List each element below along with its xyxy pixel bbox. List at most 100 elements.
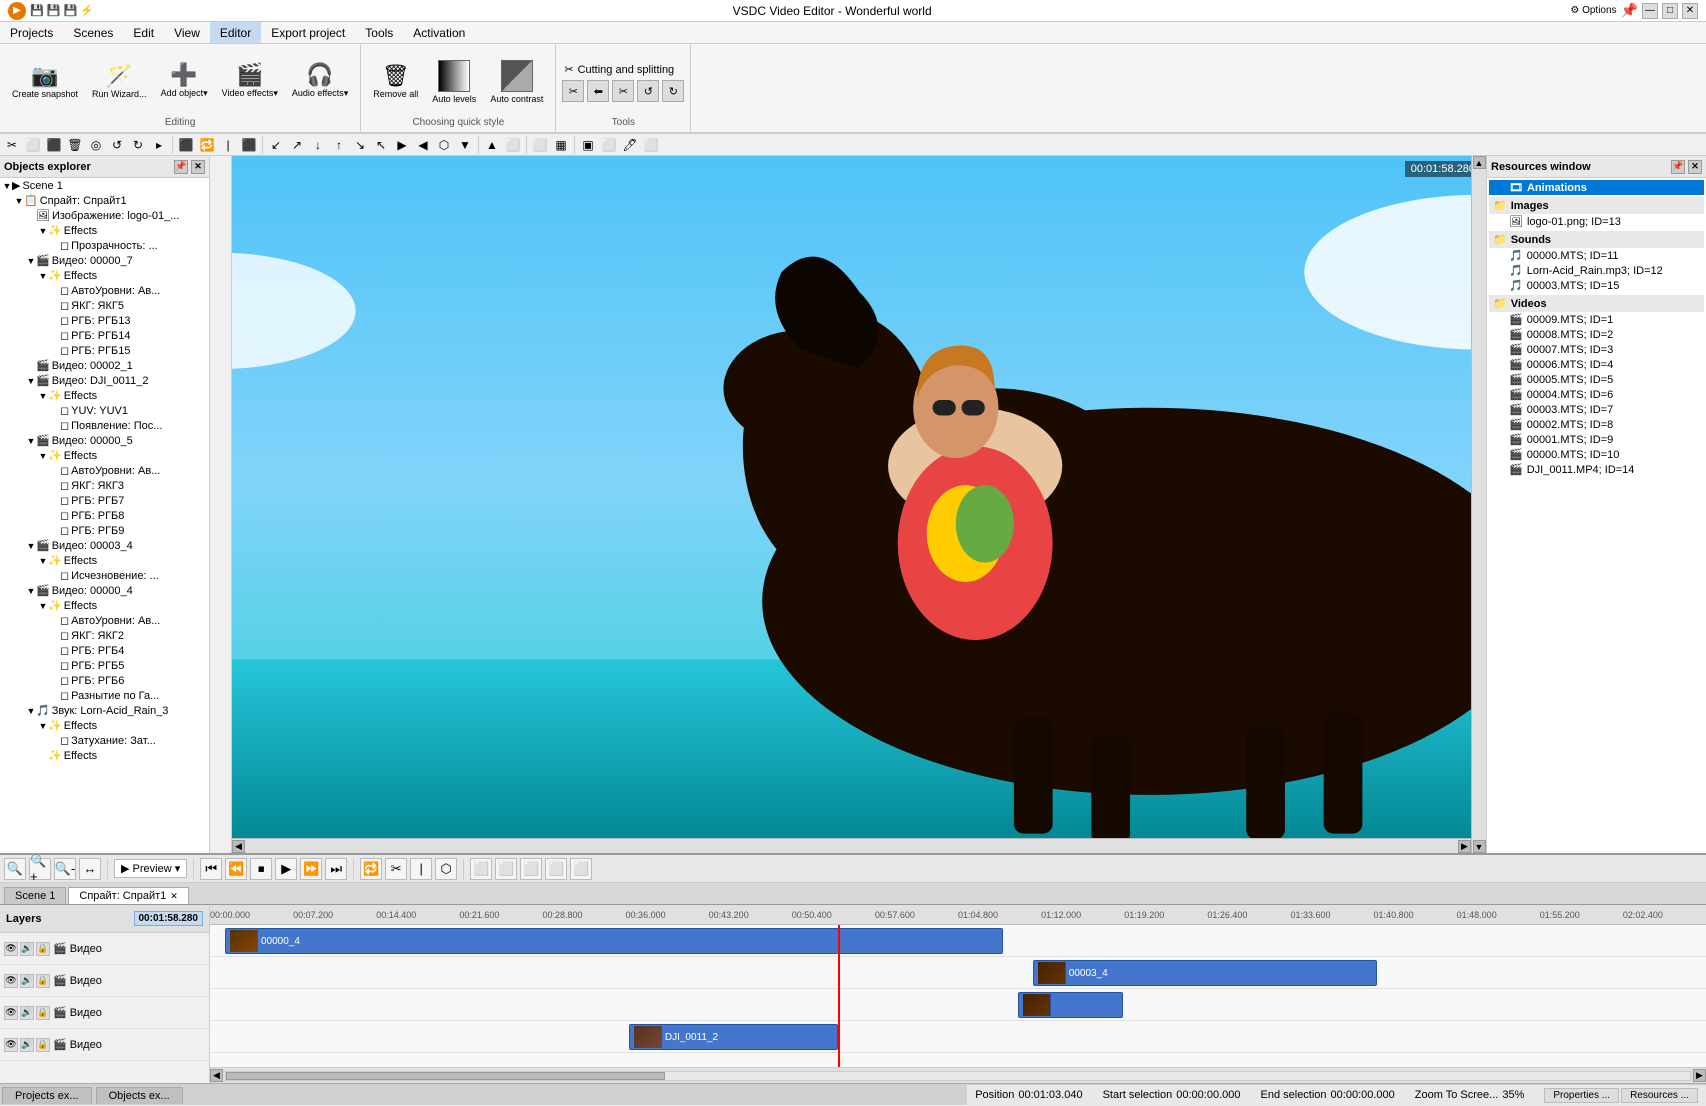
options-button[interactable]: ⚙ Options bbox=[1570, 5, 1616, 16]
tree-item-32[interactable]: ◻РГБ: РГБ5 bbox=[0, 658, 209, 673]
resources-panel-close-btn[interactable]: ✕ bbox=[1688, 160, 1702, 174]
menu-item-editor[interactable]: Editor bbox=[210, 22, 261, 43]
step-back-btn[interactable]: ⏪ bbox=[225, 858, 247, 880]
zoom-out-btn[interactable]: 🔍- bbox=[54, 858, 76, 880]
tl-eye-btn-1[interactable]: 👁 bbox=[4, 942, 18, 956]
objects-panel-pin-btn[interactable]: 📌 bbox=[174, 160, 188, 174]
clip-00003-4[interactable]: 00003_4 bbox=[1033, 960, 1377, 986]
clip-00000-4[interactable]: 00000_4 bbox=[225, 928, 1003, 954]
preview-btn[interactable]: ▶ Preview ▾ bbox=[114, 859, 187, 878]
tree-item-5[interactable]: ▼🎬Видео: 00000_7 bbox=[0, 253, 209, 268]
icon-toolbar-btn-11[interactable]: ⬛ bbox=[239, 135, 259, 155]
auto-levels-button[interactable]: Auto levels bbox=[426, 52, 482, 112]
res-group-header-2[interactable]: 📁Sounds bbox=[1489, 231, 1704, 248]
tl-lock-btn-1[interactable]: 🔒 bbox=[36, 942, 50, 956]
res-item-1-0[interactable]: 🖼logo-01.png; ID=13 bbox=[1489, 214, 1704, 229]
tree-item-31[interactable]: ◻РГБ: РГБ4 bbox=[0, 643, 209, 658]
tool-btn-5[interactable]: ↻ bbox=[662, 80, 684, 102]
tool-btn-1[interactable]: ✂ bbox=[562, 80, 584, 102]
clip-btn[interactable]: ✂ bbox=[385, 858, 407, 880]
icon-toolbar-btn-1[interactable]: ⬜ bbox=[23, 135, 43, 155]
icon-toolbar-btn-18[interactable]: ▶ bbox=[392, 135, 412, 155]
pin-icon[interactable]: 📌 bbox=[1621, 2, 1638, 19]
icon-toolbar-btn-21[interactable]: ▼ bbox=[455, 135, 475, 155]
res-item-3-1[interactable]: 🎬00008.MTS; ID=2 bbox=[1489, 327, 1704, 342]
tree-item-38[interactable]: ✨Effects bbox=[0, 748, 209, 763]
tl-audio-btn-2[interactable]: 🔊 bbox=[20, 974, 34, 988]
tree-item-9[interactable]: ◻РГБ: РГБ13 bbox=[0, 313, 209, 328]
res-item-2-0[interactable]: 🎵00000.MTS; ID=11 bbox=[1489, 248, 1704, 263]
tl-extra-3[interactable]: ⬜ bbox=[520, 858, 542, 880]
tree-item-21[interactable]: ◻РГБ: РГБ7 bbox=[0, 493, 209, 508]
tree-item-6[interactable]: ▼✨Effects bbox=[0, 268, 209, 283]
run-wizard-button[interactable]: 🪄 Run Wizard... bbox=[86, 52, 153, 112]
icon-toolbar-btn-22[interactable]: ▲ bbox=[482, 135, 502, 155]
tree-item-29[interactable]: ◻АвтоУровни: Ав... bbox=[0, 613, 209, 628]
stop-btn[interactable]: ⏹ bbox=[250, 858, 272, 880]
res-item-3-5[interactable]: 🎬00004.MTS; ID=6 bbox=[1489, 387, 1704, 402]
tree-toggle-14[interactable]: ▼ bbox=[38, 391, 48, 401]
tree-toggle-13[interactable]: ▼ bbox=[26, 376, 36, 386]
icon-toolbar-btn-2[interactable]: ⬛ bbox=[44, 135, 64, 155]
tree-item-34[interactable]: ◻Разнытие по Га... bbox=[0, 688, 209, 703]
icon-toolbar-btn-6[interactable]: ↻ bbox=[128, 135, 148, 155]
tl-audio-btn-1[interactable]: 🔊 bbox=[20, 942, 34, 956]
split-btn[interactable]: | bbox=[410, 858, 432, 880]
icon-toolbar-btn-0[interactable]: ✂ bbox=[2, 135, 22, 155]
resources-btn[interactable]: Resources ... bbox=[1621, 1088, 1698, 1103]
tl-extra-4[interactable]: ⬜ bbox=[545, 858, 567, 880]
icon-toolbar-btn-14[interactable]: ↓ bbox=[308, 135, 328, 155]
icon-toolbar-btn-3[interactable]: 🗑 bbox=[65, 135, 85, 155]
tl-audio-btn-3[interactable]: 🔊 bbox=[20, 1006, 34, 1020]
tree-item-22[interactable]: ◻РГБ: РГБ8 bbox=[0, 508, 209, 523]
tl-eye-btn-2[interactable]: 👁 bbox=[4, 974, 18, 988]
tree-toggle-3[interactable]: ▼ bbox=[38, 226, 48, 236]
res-item-2-1[interactable]: 🎵Lorn-Acid_Rain.mp3; ID=12 bbox=[1489, 263, 1704, 278]
tree-toggle-1[interactable]: ▼ bbox=[14, 196, 24, 206]
tl-lock-btn-3[interactable]: 🔒 bbox=[36, 1006, 50, 1020]
go-to-start-btn[interactable]: ⏮ bbox=[200, 858, 222, 880]
tl-lock-btn-2[interactable]: 🔒 bbox=[36, 974, 50, 988]
tree-item-25[interactable]: ▼✨Effects bbox=[0, 553, 209, 568]
tree-toggle-24[interactable]: ▼ bbox=[26, 541, 36, 551]
icon-toolbar-btn-16[interactable]: ↘ bbox=[350, 135, 370, 155]
cutting-splitting-item[interactable]: ✂ Cutting and splitting bbox=[562, 61, 684, 78]
go-to-end-btn[interactable]: ⏭ bbox=[325, 858, 347, 880]
objects-panel-close-btn[interactable]: ✕ bbox=[191, 160, 205, 174]
tree-item-19[interactable]: ◻АвтоУровни: Ав... bbox=[0, 463, 209, 478]
tl-scrollbar-thumb[interactable] bbox=[225, 1071, 1691, 1081]
res-item-3-8[interactable]: 🎬00001.MTS; ID=9 bbox=[1489, 432, 1704, 447]
tl-eye-btn-4[interactable]: 👁 bbox=[4, 1038, 18, 1052]
vscroll-up-btn[interactable]: ▲ bbox=[1473, 156, 1486, 169]
res-item-3-10[interactable]: 🎬DJI_0011.MP4; ID=14 bbox=[1489, 462, 1704, 477]
icon-toolbar-btn-4[interactable]: ◎ bbox=[86, 135, 106, 155]
tl-audio-btn-4[interactable]: 🔊 bbox=[20, 1038, 34, 1052]
tl-extra-2[interactable]: ⬜ bbox=[495, 858, 517, 880]
playhead[interactable] bbox=[838, 925, 840, 1067]
video-effects-button[interactable]: 🎬 Video effects▾ bbox=[216, 52, 284, 112]
tree-toggle-0[interactable]: ▼ bbox=[2, 181, 12, 191]
tree-item-13[interactable]: ▼🎬Видео: DJI_0011_2 bbox=[0, 373, 209, 388]
vscroll-down-btn[interactable]: ▼ bbox=[1473, 840, 1486, 853]
preview-vscroll[interactable]: ▲ ▼ bbox=[1471, 156, 1486, 853]
tree-item-20[interactable]: ◻ЯКГ: ЯКГ3 bbox=[0, 478, 209, 493]
tree-item-10[interactable]: ◻РГБ: РГБ14 bbox=[0, 328, 209, 343]
audio-effects-button[interactable]: 🎧 Audio effects▾ bbox=[286, 52, 354, 112]
tree-item-24[interactable]: ▼🎬Видео: 00003_4 bbox=[0, 538, 209, 553]
tl-lock-btn-4[interactable]: 🔒 bbox=[36, 1038, 50, 1052]
timeline-hscrollbar[interactable]: ◀ ▶ bbox=[210, 1067, 1706, 1083]
tool-btn-3[interactable]: ✂ bbox=[612, 80, 634, 102]
play-btn[interactable]: ▶ bbox=[275, 858, 297, 880]
icon-toolbar-btn-20[interactable]: ⬡ bbox=[434, 135, 454, 155]
tree-item-8[interactable]: ◻ЯКГ: ЯКГ5 bbox=[0, 298, 209, 313]
menu-item-edit[interactable]: Edit bbox=[123, 22, 164, 43]
tl-scroll-left-btn[interactable]: ◀ bbox=[210, 1069, 223, 1082]
menu-item-projects[interactable]: Projects bbox=[0, 22, 63, 43]
tree-item-27[interactable]: ▼🎬Видео: 00000_4 bbox=[0, 583, 209, 598]
tree-toggle-18[interactable]: ▼ bbox=[38, 451, 48, 461]
res-item-3-3[interactable]: 🎬00006.MTS; ID=4 bbox=[1489, 357, 1704, 372]
bottom-tab-1[interactable]: Objects ex... bbox=[96, 1087, 183, 1104]
zoom-reset-btn[interactable]: ↔ bbox=[79, 858, 101, 880]
preview-hscroll[interactable]: ◀ ▶ bbox=[232, 838, 1471, 853]
icon-toolbar-btn-8[interactable]: ⬛ bbox=[176, 135, 196, 155]
